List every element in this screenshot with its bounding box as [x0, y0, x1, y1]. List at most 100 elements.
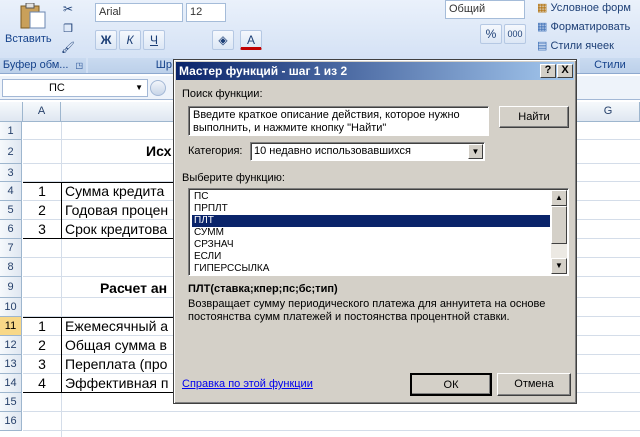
row-header-9[interactable]: 9: [0, 277, 22, 298]
cell-b11[interactable]: Ежемесячный а: [65, 318, 175, 334]
list-item[interactable]: ЕСЛИ: [192, 251, 550, 263]
row-header-5[interactable]: 5: [0, 201, 22, 220]
list-item[interactable]: СРЗНАЧ: [192, 239, 550, 251]
number-format-combo[interactable]: Общий: [445, 0, 525, 19]
search-input[interactable]: Введите краткое описание действия, котор…: [188, 106, 489, 136]
list-item[interactable]: СУММ: [192, 227, 550, 239]
list-item[interactable]: ПРПЛТ: [192, 203, 550, 215]
cell-a6[interactable]: 3: [23, 221, 61, 237]
format-painter-button[interactable]: 🖌: [60, 38, 76, 54]
find-button[interactable]: Найти: [499, 106, 569, 128]
list-scrollbar[interactable]: ▲ ▼: [551, 190, 567, 274]
row-header-4[interactable]: 4: [0, 182, 22, 201]
clipboard-icon: [20, 3, 46, 29]
category-label: Категория:: [188, 145, 243, 157]
font-color-button[interactable]: А: [240, 30, 262, 50]
copy-icon: ❐: [63, 23, 73, 35]
row-header-7[interactable]: 7: [0, 239, 22, 258]
ok-button[interactable]: ОК: [410, 373, 492, 396]
scissors-icon: ✂: [62, 2, 74, 16]
table-border: [61, 317, 62, 393]
row-header-1[interactable]: 1: [0, 122, 22, 140]
font-size-combo[interactable]: 12: [186, 3, 226, 22]
font-group-label: Шр: [88, 58, 174, 73]
cell-a13[interactable]: 3: [23, 356, 61, 372]
row-header-2[interactable]: 2: [0, 140, 22, 164]
format-as-table-button[interactable]: ▦ Форматировать: [537, 20, 630, 33]
cell-b12[interactable]: Общая сумма в: [65, 337, 175, 353]
row-header-16[interactable]: 16: [0, 412, 22, 431]
underline-button[interactable]: Ч: [143, 30, 165, 50]
column-header-g[interactable]: G: [577, 102, 640, 122]
cell-b5[interactable]: Годовая процен: [65, 202, 175, 218]
scroll-down-icon[interactable]: ▼: [551, 258, 567, 274]
paste-button[interactable]: Вставить: [2, 0, 60, 56]
function-wizard-dialog: Мастер функций - шаг 1 из 2 ? X Поиск фу…: [173, 59, 577, 404]
cell-a11[interactable]: 1: [23, 318, 61, 334]
clipboard-group-label: Буфер обм... ◳: [0, 58, 86, 73]
copy-button[interactable]: ❐: [60, 19, 76, 35]
paste-label: Вставить: [5, 33, 52, 45]
paint-bucket-icon: ◈: [218, 33, 228, 47]
row-header-15[interactable]: 15: [0, 393, 22, 412]
cell-b14[interactable]: Эффективная п: [65, 375, 175, 391]
help-button[interactable]: ?: [540, 64, 556, 78]
styles-icon: ▤: [537, 40, 548, 52]
function-syntax: ПЛТ(ставка;кпер;пс;бс;тип): [188, 283, 338, 295]
conditional-format-button[interactable]: ▦ Условное форм: [537, 1, 631, 14]
cell-a4[interactable]: 1: [23, 183, 61, 199]
percent-button[interactable]: %: [480, 24, 502, 44]
row-header-14[interactable]: 14: [0, 374, 22, 393]
font-name-combo[interactable]: Arial: [95, 3, 183, 22]
formula-bar-handle[interactable]: [150, 80, 166, 96]
cut-button[interactable]: ✂: [60, 0, 76, 16]
brush-icon: 🖌: [61, 42, 75, 54]
list-item-selected[interactable]: ПЛТ: [192, 215, 550, 227]
row-header-13[interactable]: 13: [0, 355, 22, 374]
table-border: [61, 182, 62, 239]
grid-row: [23, 412, 640, 431]
list-item[interactable]: ПС: [192, 191, 550, 203]
help-icon: ?: [544, 64, 552, 76]
close-button[interactable]: X: [557, 64, 573, 78]
row-header-11[interactable]: 11: [0, 317, 22, 336]
column-header-b[interactable]: [61, 102, 176, 122]
cell-b4[interactable]: Сумма кредита: [65, 183, 175, 199]
cancel-button[interactable]: Отмена: [497, 373, 571, 396]
corner-select-all[interactable]: [0, 102, 23, 122]
list-item[interactable]: ГИПЕРССЫЛКА: [192, 263, 550, 275]
styles-group-label: Стили: [580, 58, 640, 73]
cell-a5[interactable]: 2: [23, 202, 61, 218]
italic-button[interactable]: К: [119, 30, 141, 50]
row-header-12[interactable]: 12: [0, 336, 22, 355]
category-select[interactable]: 10 недавно использовавшихся ▼: [250, 142, 485, 161]
dialog-launcher-icon[interactable]: ◳: [76, 61, 84, 70]
cell-a12[interactable]: 2: [23, 337, 61, 353]
function-list[interactable]: ПС ПРПЛТ ПЛТ СУММ СРЗНАЧ ЕСЛИ ГИПЕРССЫЛК…: [188, 188, 569, 276]
row-header-8[interactable]: 8: [0, 258, 22, 277]
cell-section-title-2[interactable]: Расчет ан: [100, 280, 167, 296]
cell-b6[interactable]: Срок кредитова: [65, 221, 175, 237]
choose-function-label: Выберите функцию:: [182, 172, 285, 184]
bold-button[interactable]: Ж: [95, 30, 117, 50]
dialog-title: Мастер функций - шаг 1 из 2: [179, 64, 348, 78]
thousands-button[interactable]: 000: [504, 24, 526, 44]
chevron-down-icon[interactable]: ▼: [468, 144, 483, 159]
cell-b13[interactable]: Переплата (про: [65, 356, 175, 372]
row-header-10[interactable]: 10: [0, 298, 22, 317]
column-header-a[interactable]: A: [23, 102, 61, 122]
cell-a14[interactable]: 4: [23, 375, 61, 391]
scroll-thumb[interactable]: [551, 206, 567, 244]
cell-section-title[interactable]: Исх: [146, 143, 171, 159]
function-help-link[interactable]: Справка по этой функции: [182, 378, 313, 390]
row-header-3[interactable]: 3: [0, 164, 22, 182]
fill-color-button[interactable]: ◈: [212, 30, 234, 50]
table-icon: ▦: [537, 2, 548, 14]
name-box[interactable]: ПС ▼: [2, 79, 148, 97]
scroll-up-icon[interactable]: ▲: [551, 190, 567, 206]
row-header-6[interactable]: 6: [0, 220, 22, 239]
dialog-titlebar[interactable]: Мастер функций - шаг 1 из 2 ? X: [176, 62, 574, 80]
search-label: Поиск функции:: [182, 88, 263, 100]
chevron-down-icon[interactable]: ▼: [135, 80, 143, 96]
cell-styles-button[interactable]: ▤ Стили ячеек: [537, 39, 614, 52]
